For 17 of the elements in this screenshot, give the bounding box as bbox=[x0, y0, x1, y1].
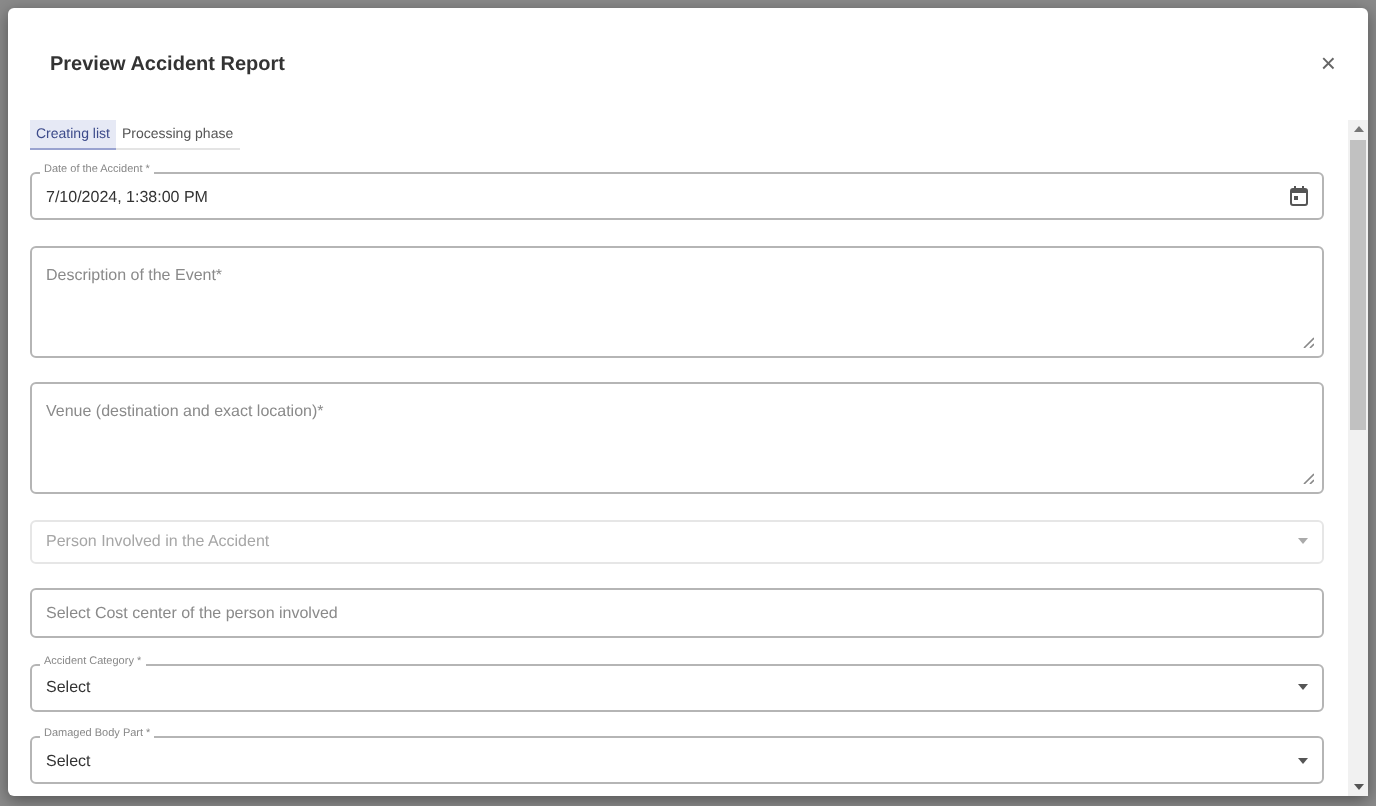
text-area[interactable]: Venue (destination and exact location)* bbox=[30, 382, 1324, 494]
scroll-up-icon[interactable] bbox=[1353, 126, 1363, 132]
caret-icon bbox=[1298, 757, 1308, 763]
close-button[interactable]: × bbox=[1320, 52, 1336, 76]
calendar-icon[interactable] bbox=[1290, 186, 1308, 206]
scroll-down-icon[interactable] bbox=[1353, 784, 1363, 790]
resize-handle-icon[interactable] bbox=[1302, 335, 1314, 347]
input-field[interactable]: Select Cost center of the person involved bbox=[30, 588, 1324, 638]
scrollbar[interactable] bbox=[1348, 120, 1368, 796]
dropdown[interactable]: Select bbox=[30, 736, 1324, 784]
dropdown[interactable]: Select bbox=[30, 663, 1324, 711]
resize-handle-icon[interactable] bbox=[1302, 472, 1314, 484]
caret-icon bbox=[1298, 684, 1308, 690]
input-field[interactable]: 7/10/2024, 1:38:00 PM bbox=[30, 172, 1324, 220]
dialog-title: Preview Accident Report bbox=[50, 53, 285, 75]
text-area[interactable]: Description of the Event* bbox=[30, 245, 1324, 357]
caret-icon bbox=[1298, 538, 1308, 544]
